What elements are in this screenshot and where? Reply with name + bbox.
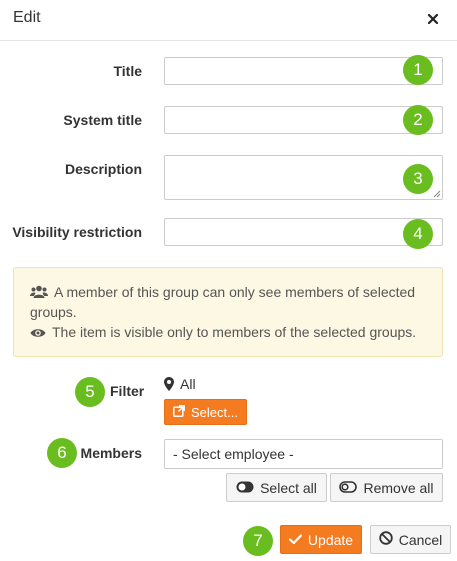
select-all-button[interactable]: Select all <box>226 473 327 502</box>
filter-value-text: All <box>180 376 196 392</box>
remove-all-label: Remove all <box>363 479 434 496</box>
info-line-groups: A member of this group can only see memb… <box>30 283 425 321</box>
remove-all-button[interactable]: Remove all <box>330 473 443 502</box>
dialog-title: Edit <box>13 9 41 26</box>
employee-select-placeholder: - Select employee - <box>173 446 294 462</box>
visibility-restriction-label: Visibility restriction <box>12 224 142 240</box>
dialog-header: Edit <box>0 0 457 41</box>
step-badge-7: 7 <box>243 526 273 556</box>
step-badge-5: 5 <box>75 377 105 407</box>
cancel-label: Cancel <box>398 531 443 548</box>
filter-select-button[interactable]: Select... <box>164 399 247 425</box>
system-title-label: System title <box>63 112 142 128</box>
filter-select-label: Select... <box>191 404 238 420</box>
description-label: Description <box>64 161 142 177</box>
info-text-visibility: The item is visible only to members of t… <box>52 324 417 340</box>
eye-icon <box>30 325 46 343</box>
step-badge-4: 4 <box>403 219 433 249</box>
info-line-visibility: The item is visible only to members of t… <box>30 323 425 343</box>
check-icon <box>288 532 303 548</box>
update-button[interactable]: Update <box>280 525 362 554</box>
employee-select[interactable]: - Select employee - <box>164 439 443 469</box>
close-icon[interactable] <box>423 9 443 29</box>
info-text-groups: A member of this group can only see memb… <box>30 284 416 320</box>
visibility-restriction-input[interactable] <box>164 218 443 246</box>
step-badge-3: 3 <box>403 164 433 194</box>
users-icon <box>30 285 48 303</box>
ban-icon <box>379 531 393 548</box>
toggle-on-icon <box>236 480 254 496</box>
members-label: Members <box>80 445 142 461</box>
external-link-icon <box>173 404 185 420</box>
update-label: Update <box>307 531 354 548</box>
filter-value: All <box>164 376 196 394</box>
toggle-off-icon <box>339 480 358 496</box>
map-marker-icon <box>164 377 174 394</box>
info-alert: A member of this group can only see memb… <box>13 267 443 357</box>
step-badge-1: 1 <box>403 55 433 85</box>
title-input[interactable] <box>164 57 443 85</box>
description-textarea[interactable] <box>164 155 443 200</box>
system-title-input[interactable] <box>164 106 443 134</box>
step-badge-6: 6 <box>47 438 77 468</box>
step-badge-2: 2 <box>403 105 433 135</box>
title-label: Title <box>113 63 142 79</box>
cancel-button[interactable]: Cancel <box>370 525 451 554</box>
select-all-label: Select all <box>260 479 317 496</box>
resize-grip-icon[interactable] <box>433 190 441 198</box>
filter-label: Filter <box>110 383 145 399</box>
